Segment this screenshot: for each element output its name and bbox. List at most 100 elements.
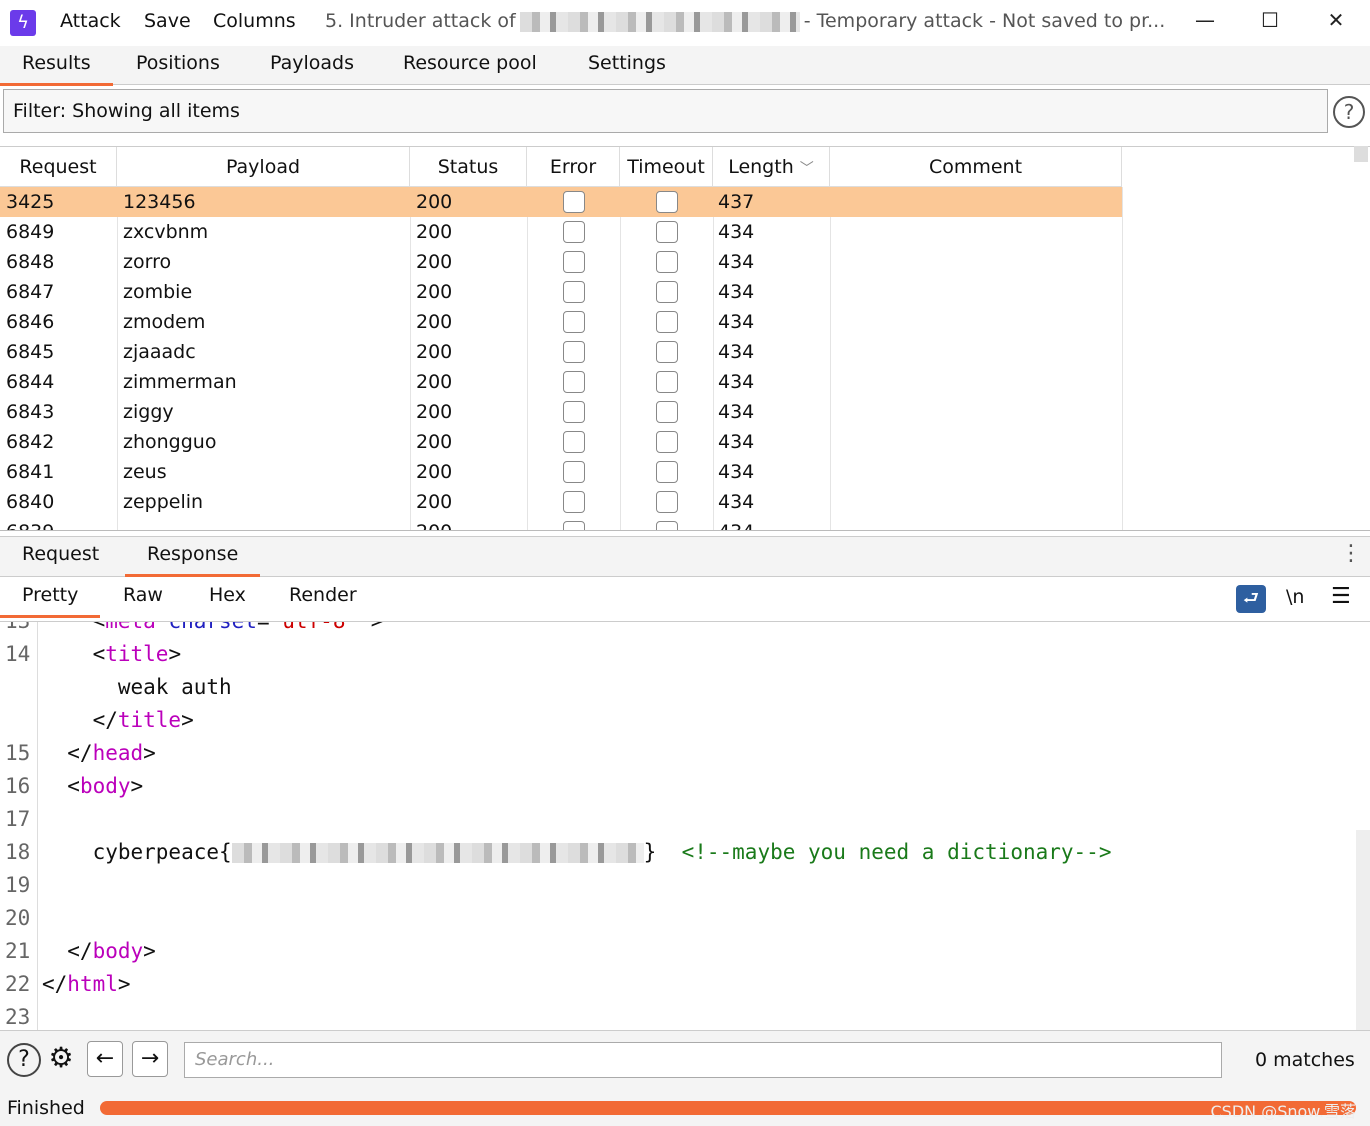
error-checkbox[interactable] bbox=[563, 251, 585, 273]
newline-icon[interactable]: \n bbox=[1286, 586, 1304, 608]
cell-payload: zmodem bbox=[123, 311, 206, 333]
code-text: > bbox=[168, 642, 182, 666]
filter-bar[interactable]: Filter: Showing all items bbox=[3, 89, 1328, 133]
table-row[interactable]: 6841 zeus 200 434 bbox=[0, 457, 1122, 487]
error-checkbox[interactable] bbox=[563, 431, 585, 453]
tab-settings[interactable]: Settings bbox=[588, 52, 666, 74]
cell-length: 434 bbox=[718, 517, 754, 530]
close-icon[interactable]: ✕ bbox=[1316, 8, 1356, 38]
timeout-checkbox[interactable] bbox=[656, 461, 678, 483]
match-count: 0 matches bbox=[1255, 1049, 1355, 1071]
timeout-checkbox[interactable] bbox=[656, 371, 678, 393]
tab-pretty[interactable]: Pretty bbox=[0, 584, 101, 618]
tab-hex[interactable]: Hex bbox=[209, 584, 246, 606]
timeout-checkbox[interactable] bbox=[656, 491, 678, 513]
table-row[interactable]: 6849 zxcvbnm 200 434 bbox=[0, 217, 1122, 247]
table-row[interactable]: 6843 ziggy 200 434 bbox=[0, 397, 1122, 427]
error-checkbox[interactable] bbox=[563, 281, 585, 303]
code-text: < bbox=[42, 622, 106, 633]
cell-payload: ziggy bbox=[123, 401, 174, 423]
burp-logo-icon: ϟ bbox=[10, 10, 36, 36]
redacted-target bbox=[519, 11, 800, 32]
tab-render[interactable]: Render bbox=[289, 584, 357, 606]
error-checkbox[interactable] bbox=[563, 461, 585, 483]
col-error[interactable]: Error bbox=[527, 147, 620, 187]
gear-icon[interactable]: ⚙ bbox=[43, 1041, 79, 1077]
minimize-icon[interactable]: — bbox=[1185, 8, 1225, 38]
cell-length: 434 bbox=[718, 371, 755, 393]
wrap-icon[interactable]: ⮐ bbox=[1236, 585, 1266, 613]
table-row[interactable]: 6842 zhongguo 200 434 bbox=[0, 427, 1122, 457]
code-text: </ bbox=[42, 741, 93, 765]
maximize-icon[interactable]: ☐ bbox=[1250, 8, 1290, 38]
timeout-checkbox[interactable] bbox=[656, 311, 678, 333]
error-checkbox[interactable] bbox=[563, 341, 585, 363]
col-timeout[interactable]: Timeout bbox=[620, 147, 713, 187]
line-number: 21 bbox=[5, 939, 31, 963]
menu-columns[interactable]: Columns bbox=[213, 10, 296, 32]
error-checkbox[interactable] bbox=[563, 491, 585, 513]
col-comment[interactable]: Comment bbox=[830, 147, 1122, 187]
help-icon[interactable]: ? bbox=[7, 1043, 41, 1077]
table-row[interactable]: 6846 zmodem 200 434 bbox=[0, 307, 1122, 337]
main-tabs: Results Positions Payloads Resource pool… bbox=[0, 46, 1370, 86]
forward-arrow-icon[interactable]: → bbox=[132, 1041, 168, 1077]
tab-results[interactable]: Results bbox=[0, 52, 113, 86]
error-checkbox[interactable] bbox=[563, 371, 585, 393]
col-request[interactable]: Request bbox=[0, 147, 117, 187]
tab-response[interactable]: Response bbox=[124, 543, 261, 577]
col-payload[interactable]: Payload bbox=[117, 147, 410, 187]
error-checkbox[interactable] bbox=[563, 521, 585, 530]
timeout-checkbox[interactable] bbox=[656, 521, 678, 530]
error-checkbox[interactable] bbox=[563, 191, 585, 213]
editor-scrollbar[interactable] bbox=[1356, 830, 1370, 1030]
col-length-label: Length bbox=[728, 156, 794, 178]
tab-raw[interactable]: Raw bbox=[123, 584, 163, 606]
tab-positions[interactable]: Positions bbox=[136, 52, 220, 74]
timeout-checkbox[interactable] bbox=[656, 281, 678, 303]
redacted-flag bbox=[231, 843, 644, 863]
error-checkbox[interactable] bbox=[563, 311, 585, 333]
table-row[interactable]: 3425 123456 200 437 bbox=[0, 187, 1122, 217]
table-row[interactable]: 6840 zeppelin 200 434 bbox=[0, 487, 1122, 517]
code-text: charset bbox=[168, 622, 257, 633]
timeout-checkbox[interactable] bbox=[656, 431, 678, 453]
more-options-icon[interactable]: ⋮ bbox=[1340, 541, 1362, 566]
table-row[interactable]: 6845 zjaaadc 200 434 bbox=[0, 337, 1122, 367]
cell-request: 6840 bbox=[6, 491, 55, 513]
menu-icon[interactable]: ☰ bbox=[1331, 584, 1351, 609]
cell-status: 200 bbox=[416, 461, 453, 483]
help-icon[interactable]: ? bbox=[1333, 96, 1365, 128]
error-checkbox[interactable] bbox=[563, 221, 585, 243]
menu-attack[interactable]: Attack bbox=[60, 10, 121, 32]
cell-length: 434 bbox=[718, 401, 755, 423]
table-row[interactable]: 6839 200 434 bbox=[0, 517, 1122, 530]
tab-request[interactable]: Request bbox=[22, 543, 99, 565]
table-scrollbar[interactable] bbox=[1354, 146, 1368, 162]
col-status[interactable]: Status bbox=[410, 147, 527, 187]
cell-length: 434 bbox=[718, 491, 755, 513]
table-row[interactable]: 6848 zorro 200 434 bbox=[0, 247, 1122, 277]
code-text: > bbox=[358, 622, 384, 633]
timeout-checkbox[interactable] bbox=[656, 221, 678, 243]
search-input[interactable]: Search... bbox=[184, 1042, 1222, 1078]
cell-payload: zombie bbox=[123, 281, 193, 303]
table-row[interactable]: 6847 zombie 200 434 bbox=[0, 277, 1122, 307]
code-text: > bbox=[117, 972, 131, 996]
line-number: 23 bbox=[5, 1005, 31, 1029]
window-title: 5. Intruder attack of - Temporary attack … bbox=[325, 10, 1165, 32]
response-editor[interactable]: 13 <meta charset="utf-8" >14 <title> wea… bbox=[0, 622, 1356, 1030]
timeout-checkbox[interactable] bbox=[656, 251, 678, 273]
timeout-checkbox[interactable] bbox=[656, 191, 678, 213]
col-length[interactable]: Length ﹀ bbox=[713, 147, 830, 187]
cell-status: 200 bbox=[416, 281, 453, 303]
cell-status: 200 bbox=[416, 371, 453, 393]
error-checkbox[interactable] bbox=[563, 401, 585, 423]
tab-payloads[interactable]: Payloads bbox=[270, 52, 354, 74]
timeout-checkbox[interactable] bbox=[656, 341, 678, 363]
table-row[interactable]: 6844 zimmerman 200 434 bbox=[0, 367, 1122, 397]
back-arrow-icon[interactable]: ← bbox=[87, 1041, 123, 1077]
timeout-checkbox[interactable] bbox=[656, 401, 678, 423]
menu-save[interactable]: Save bbox=[144, 10, 191, 32]
tab-resource-pool[interactable]: Resource pool bbox=[403, 52, 537, 74]
